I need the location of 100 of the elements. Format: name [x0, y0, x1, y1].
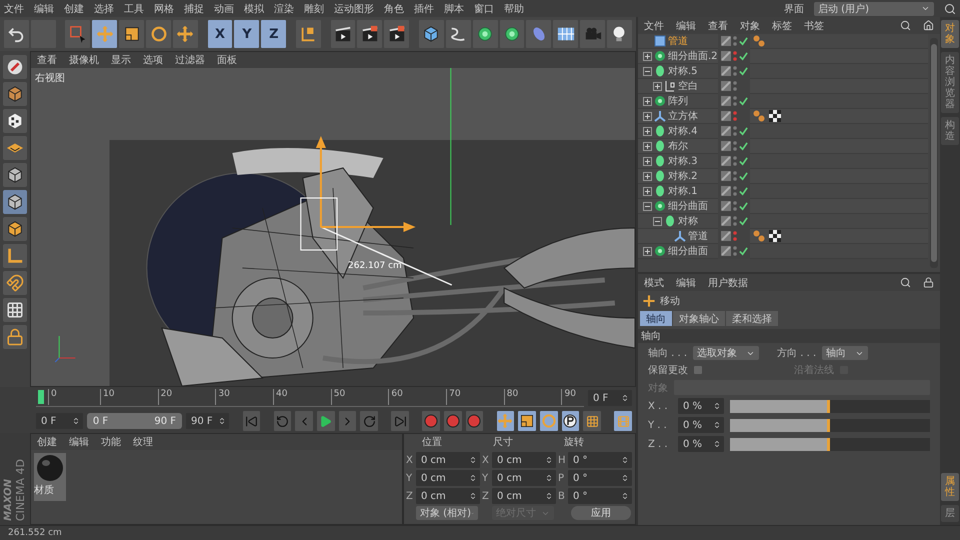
checker-tag-icon[interactable] [769, 110, 781, 122]
spinner-icon[interactable] [469, 456, 477, 464]
menu-item[interactable]: 运动图形 [334, 2, 374, 16]
menu-item[interactable]: 对象 [740, 18, 760, 32]
key-scale-button[interactable] [518, 411, 536, 431]
slider-fill[interactable] [730, 400, 830, 412]
layer-toggle-icon[interactable] [721, 36, 731, 46]
cube-tool[interactable] [418, 20, 444, 48]
menu-item[interactable]: 模式 [644, 276, 664, 290]
object-name[interactable]: 对称.5 [668, 64, 698, 78]
menu-item[interactable]: 选择 [94, 2, 114, 16]
search-icon[interactable] [944, 2, 956, 14]
visibility-dots-icon[interactable] [733, 200, 737, 212]
layer-toggle-icon[interactable] [721, 246, 731, 256]
check-icon[interactable] [739, 96, 748, 106]
visibility-dots-icon[interactable] [733, 35, 737, 47]
value-field[interactable]: 0 % [678, 417, 724, 433]
spinner-icon[interactable] [72, 417, 80, 425]
visibility-dots-icon[interactable] [733, 140, 737, 152]
layout-dropdown[interactable]: 启动 (用户) [814, 2, 934, 16]
polygons-mode-button[interactable] [3, 217, 27, 241]
layer-toggle-icon[interactable] [721, 216, 731, 226]
spinner-icon[interactable] [621, 474, 629, 482]
menu-item[interactable]: 插件 [414, 2, 434, 16]
menu-item[interactable]: 功能 [101, 435, 121, 449]
layer-toggle-icon[interactable] [721, 66, 731, 76]
check-icon[interactable] [739, 156, 748, 166]
home-icon[interactable] [923, 20, 934, 31]
object-name[interactable]: 管道 [668, 34, 688, 48]
menu-item[interactable]: 编辑 [69, 435, 89, 449]
visibility-dots-icon[interactable] [733, 185, 737, 197]
visibility-dots-icon[interactable] [733, 215, 737, 227]
spinner-icon[interactable] [621, 394, 629, 402]
phong-tag-icon[interactable] [753, 230, 765, 242]
viewport-3d[interactable]: 右视图 262.107 cm [31, 68, 635, 386]
menu-item[interactable]: 编辑 [676, 18, 696, 32]
object-name[interactable]: 细分曲面 [668, 244, 708, 258]
slider-track[interactable] [730, 438, 930, 450]
coordinate-mode-dropdown[interactable]: 对象 (相对) [416, 506, 478, 520]
visibility-dots-icon[interactable] [733, 65, 737, 77]
menu-item[interactable]: 雕刻 [304, 2, 324, 16]
record-key-button[interactable] [422, 411, 440, 431]
check-icon[interactable] [739, 172, 748, 180]
menu-item[interactable]: 纹理 [133, 435, 153, 449]
points-mode-button[interactable] [3, 163, 27, 187]
expand-toggle-icon[interactable] [643, 202, 652, 210]
start-frame-field[interactable]: 0 F [36, 413, 83, 429]
search-icon[interactable] [900, 20, 911, 31]
menu-item[interactable]: 网格 [154, 2, 174, 16]
expand-toggle-icon[interactable] [643, 142, 652, 150]
timeline-ruler[interactable]: 0 10 20 30 40 50 60 70 80 90 [36, 389, 584, 407]
search-icon[interactable] [900, 277, 911, 288]
expand-toggle-icon[interactable] [643, 66, 652, 76]
menu-item[interactable]: 创建 [64, 2, 84, 16]
menu-item[interactable]: 工具 [124, 2, 144, 16]
menu-item[interactable]: 显示 [111, 53, 131, 67]
axis-mode-button[interactable] [3, 244, 27, 268]
check-icon[interactable] [739, 142, 748, 150]
layer-toggle-icon[interactable] [721, 231, 731, 241]
menu-item[interactable]: 面板 [217, 53, 237, 67]
coordinate-field[interactable]: 0 cm [492, 470, 556, 486]
object-name[interactable]: 对称.2 [668, 169, 698, 183]
expand-toggle-icon[interactable] [643, 186, 652, 196]
record-key-button[interactable] [466, 411, 484, 431]
edges-mode-button[interactable] [3, 190, 27, 214]
make-editable-tool[interactable] [3, 55, 27, 79]
menu-item[interactable]: 标签 [772, 18, 792, 32]
coordinate-field[interactable]: 0 ° [568, 470, 632, 486]
slider-track[interactable] [730, 418, 930, 432]
menu-item[interactable]: 创建 [37, 435, 57, 449]
spinner-icon[interactable] [469, 474, 477, 482]
expand-toggle-icon[interactable] [643, 112, 652, 120]
layer-toggle-icon[interactable] [721, 96, 731, 106]
coordinate-field[interactable]: 0 cm [416, 452, 480, 468]
object-name[interactable]: 对称.1 [668, 184, 698, 198]
spinner-icon[interactable] [218, 417, 226, 425]
value-field[interactable]: 0 % [678, 398, 724, 414]
menu-item[interactable]: 编辑 [676, 276, 696, 290]
menu-item[interactable]: 文件 [644, 18, 664, 32]
slider-track[interactable] [730, 400, 930, 412]
workplane-mode-button[interactable] [3, 136, 27, 160]
side-tab[interactable]: 层 [941, 505, 959, 522]
coordinate-field[interactable]: 0 cm [416, 470, 480, 486]
layer-toggle-icon[interactable] [721, 141, 731, 151]
apply-button[interactable]: 应用 [571, 506, 631, 520]
go-to-end-button[interactable] [391, 411, 409, 431]
expand-toggle-icon[interactable] [643, 52, 652, 60]
spline-tool[interactable] [446, 20, 471, 48]
array-tool[interactable] [500, 20, 524, 48]
menu-item[interactable]: 渲染 [274, 2, 294, 16]
object-name[interactable]: 对称 [678, 214, 698, 228]
floor-tool[interactable] [553, 20, 578, 48]
render-view-button[interactable] [330, 20, 356, 48]
expand-toggle-icon[interactable] [653, 82, 662, 90]
spinner-icon[interactable] [545, 474, 553, 482]
menu-item[interactable]: 角色 [384, 2, 404, 16]
spinner-icon[interactable] [545, 492, 553, 500]
spinner-icon[interactable] [713, 402, 721, 410]
coordinate-system-button[interactable] [296, 20, 321, 48]
visibility-dots-icon[interactable] [733, 95, 737, 107]
